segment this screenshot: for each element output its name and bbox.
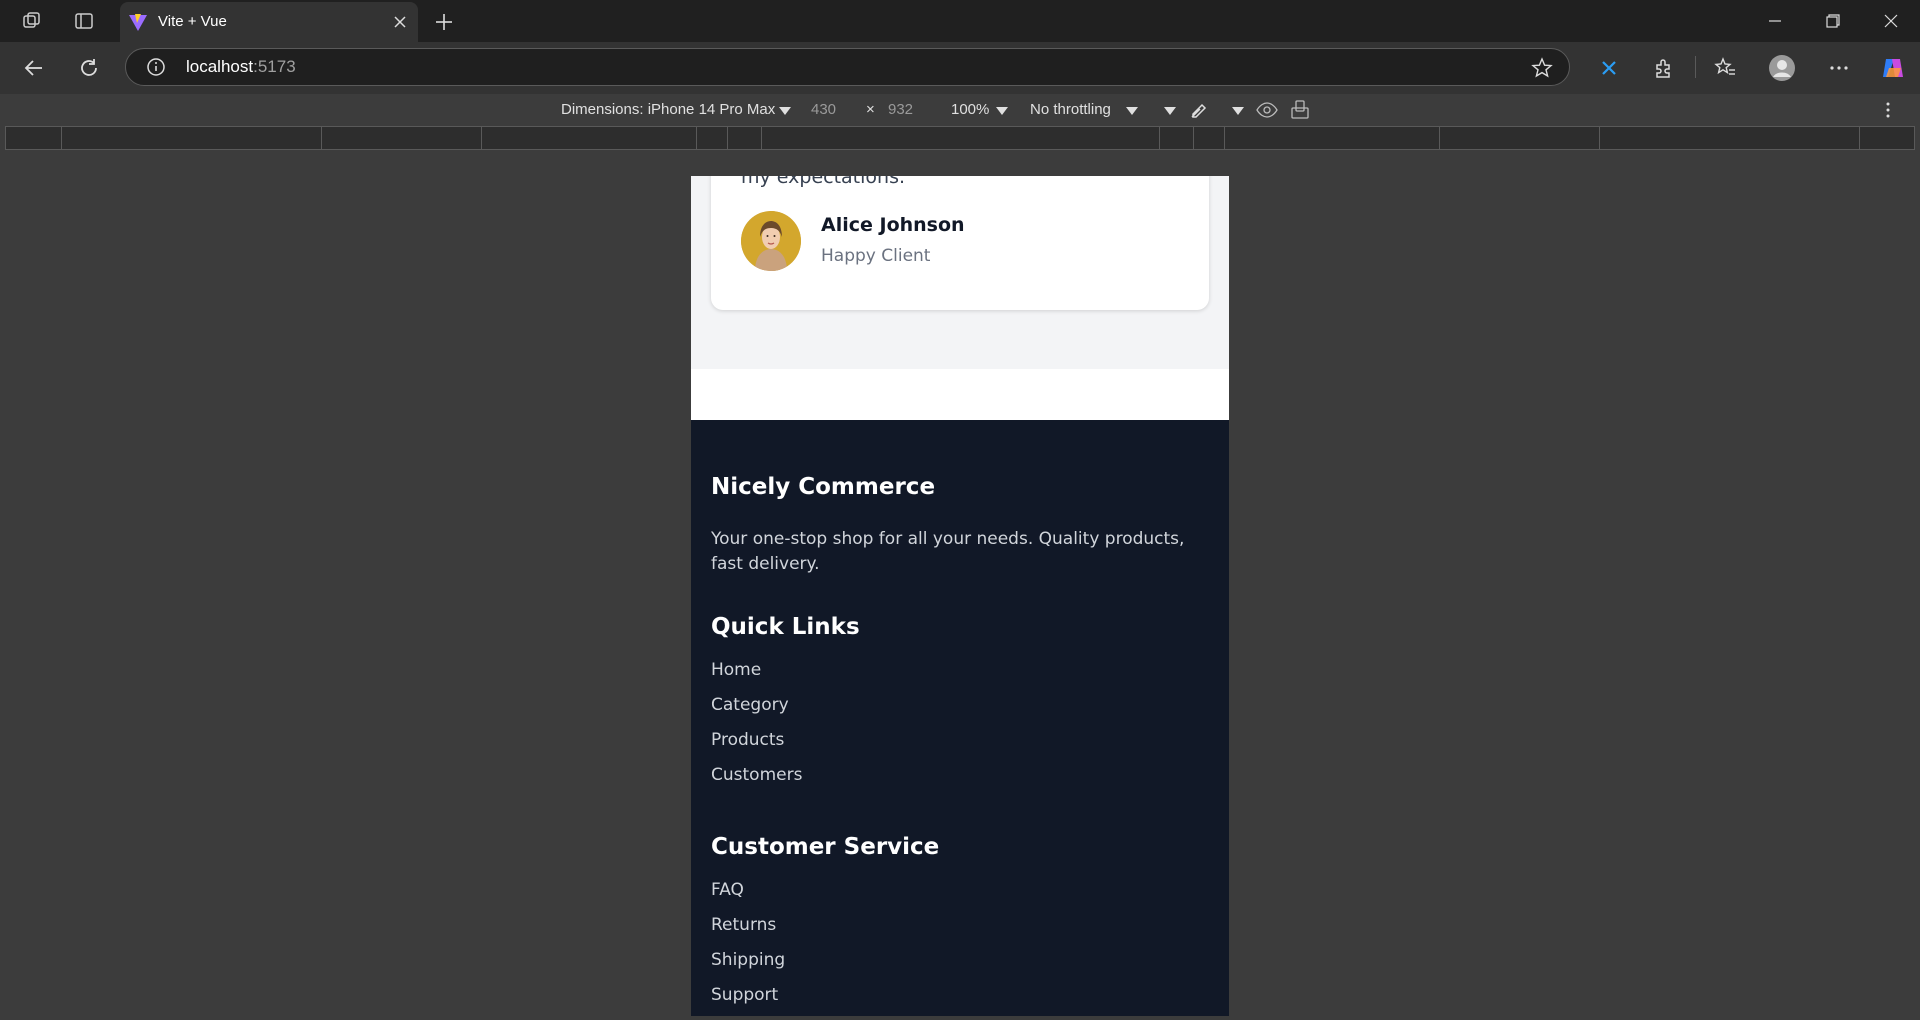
testimonial-quote: my expectations." bbox=[741, 176, 914, 188]
favorites-icon[interactable] bbox=[1711, 54, 1739, 82]
vertical-tabs-icon[interactable] bbox=[72, 9, 96, 33]
browser-title-bar: Vite + Vue bbox=[0, 0, 1920, 42]
chevron-down-icon[interactable] bbox=[996, 107, 1008, 115]
footer-link-customers[interactable]: Customers bbox=[711, 765, 802, 785]
new-tab-icon[interactable] bbox=[432, 10, 456, 34]
eyedropper-icon[interactable] bbox=[1189, 100, 1209, 120]
chevron-down-icon[interactable] bbox=[779, 107, 791, 115]
footer-link-returns[interactable]: Returns bbox=[711, 915, 776, 935]
client-name: Alice Johnson bbox=[821, 214, 965, 236]
viewport-height-input[interactable]: 932 bbox=[888, 101, 913, 118]
client-avatar bbox=[741, 211, 801, 271]
dimensions-select[interactable]: Dimensions: iPhone 14 Pro Max bbox=[561, 101, 775, 118]
device-viewport: my expectations." Alice Johnson Happy Cl… bbox=[691, 176, 1229, 1016]
tab-close-icon[interactable] bbox=[390, 12, 410, 32]
site-footer: Nicely Commerce Your one-stop shop for a… bbox=[691, 420, 1229, 1016]
close-window-icon[interactable] bbox=[1879, 9, 1903, 33]
favorite-star-icon[interactable] bbox=[1531, 57, 1553, 79]
extensions-icon[interactable] bbox=[1650, 54, 1678, 82]
footer-link-products[interactable]: Products bbox=[711, 730, 784, 750]
testimonial-card: my expectations." Alice Johnson Happy Cl… bbox=[711, 176, 1209, 310]
back-icon[interactable] bbox=[20, 54, 48, 82]
site-info-icon[interactable] bbox=[146, 57, 166, 77]
browser-toolbar: localhost:5173 bbox=[0, 42, 1920, 94]
url-text: localhost:5173 bbox=[186, 57, 296, 76]
device-toolbar: Dimensions: iPhone 14 Pro Max 430 × 932 … bbox=[0, 94, 1920, 126]
address-bar[interactable]: localhost:5173 bbox=[125, 48, 1570, 86]
minimize-icon[interactable] bbox=[1763, 9, 1787, 33]
browser-essentials-icon[interactable] bbox=[1595, 54, 1623, 82]
dimensions-times: × bbox=[866, 101, 875, 118]
footer-brand-title: Nicely Commerce bbox=[711, 474, 936, 500]
vision-deficiency-icon[interactable] bbox=[1256, 100, 1278, 120]
workspaces-icon[interactable] bbox=[20, 9, 44, 33]
toolbar-separator bbox=[1695, 56, 1696, 78]
rotate-device-icon[interactable] bbox=[1290, 99, 1312, 121]
customer-service-title: Customer Service bbox=[711, 834, 940, 860]
chevron-down-icon[interactable] bbox=[1126, 107, 1138, 115]
footer-link-home[interactable]: Home bbox=[711, 660, 761, 680]
footer-link-support[interactable]: Support bbox=[711, 985, 778, 1005]
section-spacer bbox=[691, 369, 1229, 420]
media-query-ruler[interactable] bbox=[5, 126, 1915, 150]
device-toolbar-more-icon[interactable] bbox=[1878, 100, 1898, 120]
chevron-down-icon[interactable] bbox=[1232, 107, 1244, 115]
profile-avatar-icon[interactable] bbox=[1768, 54, 1796, 82]
restore-icon[interactable] bbox=[1821, 9, 1845, 33]
client-role: Happy Client bbox=[821, 246, 931, 266]
footer-link-shipping[interactable]: Shipping bbox=[711, 950, 785, 970]
footer-link-category[interactable]: Category bbox=[711, 695, 789, 715]
quick-links-title: Quick Links bbox=[711, 614, 860, 640]
footer-link-faq[interactable]: FAQ bbox=[711, 880, 744, 900]
tab-title: Vite + Vue bbox=[158, 13, 227, 30]
viewport-width-input[interactable]: 430 bbox=[811, 101, 836, 118]
active-tab[interactable]: Vite + Vue bbox=[120, 2, 418, 42]
reload-icon[interactable] bbox=[75, 54, 103, 82]
chevron-down-icon[interactable] bbox=[1164, 107, 1176, 115]
copilot-icon[interactable] bbox=[1879, 54, 1907, 82]
more-options-icon[interactable] bbox=[1825, 54, 1853, 82]
zoom-select[interactable]: 100% bbox=[951, 101, 989, 118]
footer-brand-description: Your one-stop shop for all your needs. Q… bbox=[711, 529, 1185, 574]
throttling-select[interactable]: No throttling bbox=[1030, 101, 1111, 118]
vite-favicon-icon bbox=[129, 14, 147, 31]
